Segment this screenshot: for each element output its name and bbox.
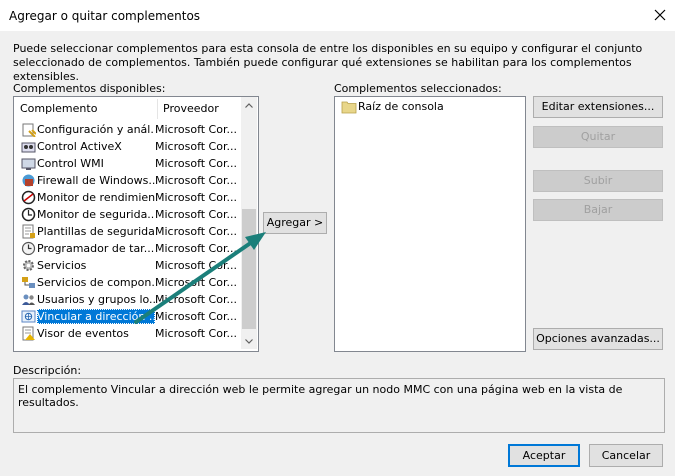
edit-extensions-button[interactable]: Editar extensiones...	[533, 96, 663, 118]
vertical-scrollbar[interactable]	[241, 97, 257, 349]
snapin-provider: Microsoft Cor...	[155, 259, 237, 272]
config-analysis-icon	[21, 122, 37, 138]
ok-button[interactable]: Aceptar	[508, 444, 580, 467]
list-item[interactable]: Monitor de segurida... Microsoft Cor...	[14, 206, 241, 223]
security-monitor-icon	[21, 207, 36, 222]
snapin-provider: Microsoft Cor...	[155, 123, 237, 136]
description-text: El complemento Vincular a dirección web …	[18, 383, 623, 409]
snapin-provider: Microsoft Cor...	[155, 293, 237, 306]
folder-icon	[341, 100, 357, 114]
snapin-provider: Microsoft Cor...	[155, 174, 237, 187]
snapin-name: Programador de tar...	[37, 242, 155, 255]
snapin-name: Monitor de segurida...	[37, 208, 155, 221]
activex-icon	[21, 139, 36, 154]
list-item[interactable]: Control WMI Microsoft Cor...	[14, 155, 241, 172]
snapin-name: Usuarios y grupos lo...	[37, 293, 155, 306]
selected-item-console-root[interactable]: Raíz de consola	[341, 99, 521, 115]
list-item[interactable]: Firewall de Windows... Microsoft Cor...	[14, 172, 241, 189]
security-templates-icon	[21, 224, 36, 239]
snapin-provider: Microsoft Cor...	[155, 157, 237, 170]
available-label: Complementos disponibles:	[13, 82, 166, 95]
snapin-provider: Microsoft Cor...	[155, 191, 237, 204]
snapin-name: Servicios de compon...	[37, 276, 155, 289]
list-item[interactable]: Servicios de compon... Microsoft Cor...	[14, 274, 241, 291]
snapin-name: Monitor de rendimiento	[37, 191, 155, 204]
scroll-thumb[interactable]	[242, 209, 256, 329]
cancel-button[interactable]: Cancelar	[589, 444, 663, 467]
window-title: Agregar o quitar complementos	[9, 9, 201, 23]
snapin-name: Control ActiveX	[37, 140, 122, 153]
list-item[interactable]: Configuración y anál... Microsoft Cor...	[14, 121, 241, 138]
available-list[interactable]: Complemento Proveedor Configuración y an…	[13, 96, 259, 352]
snapin-name: Vincular a dirección ...	[37, 309, 155, 324]
description-box: El complemento Vincular a dirección web …	[13, 378, 665, 433]
close-icon[interactable]	[648, 4, 672, 26]
users-groups-icon	[21, 292, 36, 307]
move-up-button[interactable]: Subir	[533, 170, 663, 192]
task-scheduler-icon	[21, 241, 36, 256]
event-viewer-icon	[21, 326, 36, 341]
list-item[interactable]: Visor de eventos Microsoft Cor...	[14, 325, 241, 342]
description-label: Descripción:	[13, 364, 82, 377]
list-item[interactable]: Control ActiveX Microsoft Cor...	[14, 138, 241, 155]
snapin-provider: Microsoft Cor...	[155, 276, 237, 289]
snapin-name: Firewall de Windows...	[37, 174, 155, 187]
selected-label: Complementos seleccionados:	[334, 82, 502, 95]
performance-monitor-icon	[21, 190, 36, 205]
snapin-provider: Microsoft Cor...	[155, 310, 237, 323]
snapin-name: Control WMI	[37, 157, 104, 170]
snapin-name: Visor de eventos	[37, 327, 129, 340]
list-item[interactable]: Programador de tar... Microsoft Cor...	[14, 240, 241, 257]
list-item[interactable]: Usuarios y grupos lo... Microsoft Cor...	[14, 291, 241, 308]
advanced-options-button[interactable]: Opciones avanzadas...	[533, 328, 663, 350]
intro-text: Puede seleccionar complementos para esta…	[13, 42, 643, 83]
firewall-icon	[21, 173, 36, 188]
component-services-icon	[21, 275, 36, 290]
list-item[interactable]: Vincular a dirección ... Microsoft Cor...	[14, 308, 241, 325]
snapin-provider: Microsoft Cor...	[155, 208, 237, 221]
services-icon	[21, 258, 36, 273]
web-link-icon	[21, 309, 36, 324]
list-item[interactable]: Plantillas de seguridad Microsoft Cor...	[14, 223, 241, 240]
snapin-provider: Microsoft Cor...	[155, 225, 237, 238]
remove-button[interactable]: Quitar	[533, 126, 663, 148]
snapin-name: Servicios	[37, 259, 87, 272]
list-item[interactable]: Servicios Microsoft Cor...	[14, 257, 241, 274]
scroll-up-icon[interactable]	[241, 97, 257, 113]
snapin-name: Configuración y anál...	[37, 123, 155, 136]
snapin-provider: Microsoft Cor...	[155, 140, 237, 153]
selected-list[interactable]: Raíz de consola	[334, 96, 526, 352]
scroll-down-icon[interactable]	[241, 333, 257, 349]
selected-item-label: Raíz de consola	[358, 100, 444, 113]
snapin-name: Plantillas de seguridad	[37, 225, 155, 238]
list-item[interactable]: Monitor de rendimiento Microsoft Cor...	[14, 189, 241, 206]
snapin-provider: Microsoft Cor...	[155, 327, 237, 340]
snapin-provider: Microsoft Cor...	[155, 242, 237, 255]
add-button[interactable]: Agregar >	[263, 212, 327, 234]
wmi-icon	[21, 156, 36, 171]
move-down-button[interactable]: Bajar	[533, 199, 663, 221]
